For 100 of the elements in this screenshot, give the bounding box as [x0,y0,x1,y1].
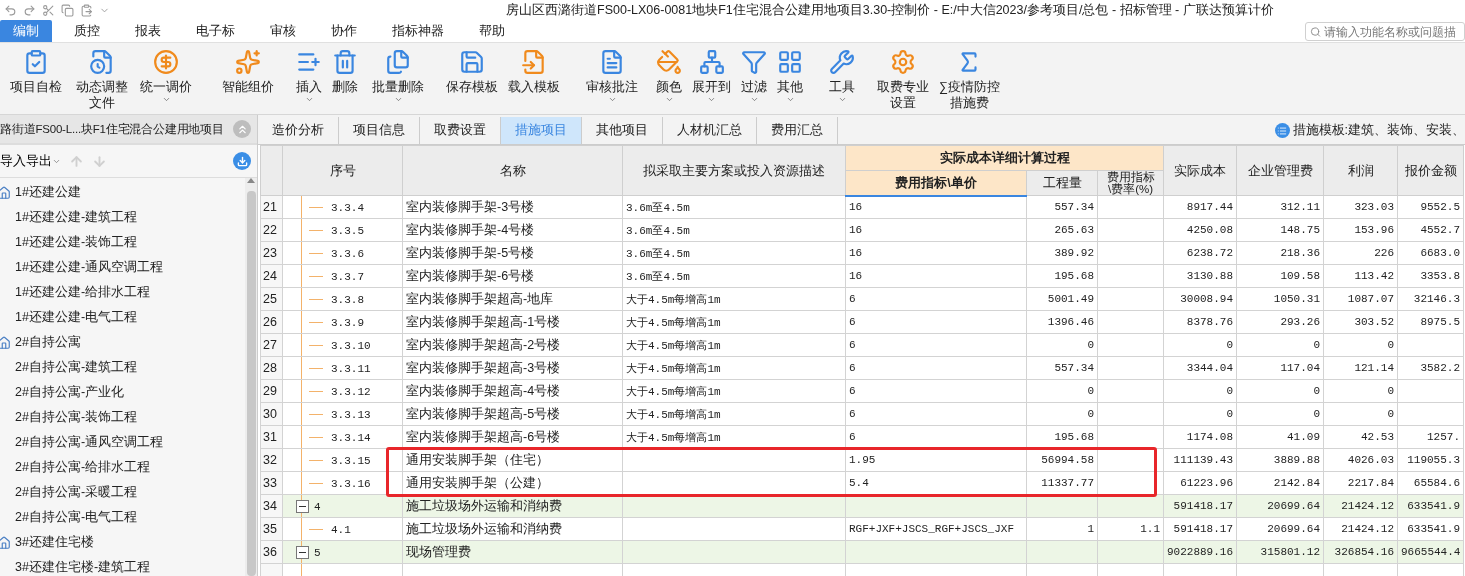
ribbon-button[interactable]: ∑疫情防控 措施费 [935,47,1004,113]
arrow-down-icon[interactable] [92,153,107,169]
ribbon-button[interactable]: 动态调整 文件 [72,47,132,113]
paste-icon[interactable] [80,3,93,17]
table-cell: 大于4.5m每增高1m [622,356,846,380]
undo-icon[interactable] [4,3,17,17]
menu-tab[interactable]: 指标神器 [379,20,457,42]
table-cell: 16 [845,218,1027,242]
row-number: 35 [260,517,283,541]
menu-tab[interactable]: 编制 [0,20,52,42]
sparkles-icon [235,49,261,75]
code-cell: 3.3.13 [282,402,403,426]
template-label: 措施模板:建筑、装饰、安装、 [1292,122,1465,139]
scrollbar[interactable] [245,178,257,576]
menu-tab[interactable]: 帮助 [466,20,518,42]
tree-item[interactable]: 1#还建公建-建筑工程 [0,205,245,230]
table-cell: 室内装修脚手架超高-1号楼 [402,310,623,334]
ribbon-button[interactable]: 批量删除 [368,47,428,106]
column-header: 企业管理费 [1236,145,1324,196]
tree-item[interactable]: 3#还建住宅楼 [0,530,245,555]
download-button[interactable] [233,152,251,170]
files-icon [385,49,411,75]
redo-icon[interactable] [23,3,36,17]
tree-item[interactable]: 1#还建公建-通风空调工程 [0,255,245,280]
window-title: 房山区西潞街道FS00-LX06-0081地块F1住宅混合公建用地项目3.30-控制价 - E:/中大信2023/参考项目/总包 - 招标管理 - 广联达预算计价 [506,1,1274,19]
column-group-header: 实际成本详细计算过程 [845,145,1164,171]
column-header: 拟采取主要方案或投入资源描述 [622,145,846,196]
menu-tab[interactable]: 电子标 [183,20,248,42]
caret-icon [785,95,795,104]
collapse-toggle[interactable] [296,500,309,514]
tree-item[interactable]: 2#自持公寓-装饰工程 [0,405,245,430]
tree-item[interactable]: 2#自持公寓-给排水工程 [0,455,245,480]
house-icon [0,185,11,200]
tree-item[interactable]: 1#还建公建-给排水工程 [0,280,245,305]
caret-icon [664,95,674,104]
tree-item[interactable]: 1#还建公建 [0,180,245,205]
ribbon-button[interactable]: 统一调价 [136,47,196,106]
row-number: 32 [260,448,283,472]
house-icon [0,535,11,550]
row-number: 22 [260,218,283,242]
table-cell: 室内装修脚手架-4号楼 [402,218,623,242]
row-number: 28 [260,356,283,380]
column-header: 名称 [402,145,623,196]
scroll-up-icon[interactable] [247,178,255,183]
table-cell: 16 [845,264,1027,288]
house-icon [0,335,11,350]
ribbon-button[interactable]: 插入 [292,47,326,106]
caret-icon [607,95,617,104]
table-cell: 室内装修脚手架超高-4号楼 [402,379,623,403]
tree-item[interactable]: 2#自持公寓-采暖工程 [0,480,245,505]
ribbon-button[interactable]: 过滤 [737,47,771,106]
ribbon-button[interactable]: 保存模板 [442,47,502,97]
tree-item[interactable]: 2#自持公寓-电气工程 [0,505,245,530]
copy-icon[interactable] [61,3,74,17]
tree-item[interactable]: 1#还建公建-电气工程 [0,305,245,330]
ribbon-button[interactable]: 展开到 [688,47,735,106]
ribbon-button[interactable]: 工具 [825,47,859,106]
tree-item[interactable]: 2#自持公寓-产业化 [0,380,245,405]
file-clock-icon [89,49,115,75]
menu-tab[interactable]: 审核 [257,20,309,42]
table-cell: 大于4.5m每增高1m [622,402,846,426]
ribbon-button[interactable]: 其他 [773,47,807,106]
tree-item[interactable]: 1#还建公建-装饰工程 [0,230,245,255]
row-number: 34 [260,494,283,518]
collapse-button[interactable] [233,120,251,138]
table-cell: 6 [845,356,1027,380]
ribbon-button[interactable]: 删除 [328,47,362,97]
row-number: 31 [260,425,283,449]
table-cell: 大于4.5m每增高1m [622,287,846,311]
list-icon [1274,123,1290,138]
collapse-toggle[interactable] [296,546,309,560]
code-cell: 3.3.5 [282,218,403,242]
table-cell: 室内装修脚手架-5号楼 [402,241,623,265]
menu-tab[interactable]: 协作 [318,20,370,42]
table-cell: 16 [845,195,1027,219]
tree-item[interactable]: 2#自持公寓 [0,330,245,355]
column-header[interactable]: 费用指标\单价 [845,170,1027,196]
tree-item[interactable]: 2#自持公寓-通风空调工程 [0,430,245,455]
code-cell: 3.3.6 [282,241,403,265]
tree-item[interactable]: 2#自持公寓-建筑工程 [0,355,245,380]
code-cell: 3.3.9 [282,310,403,334]
search-field[interactable]: 请输入功能名称或问题描 [1305,22,1465,41]
network-icon [698,49,725,75]
menu-tab[interactable]: 报表 [122,20,174,42]
ribbon-button[interactable]: 智能组价 [218,47,278,97]
code-cell: 4.1 [282,517,403,541]
ribbon-button[interactable]: 审核批注 [582,47,642,106]
table-cell: 6 [845,310,1027,334]
cut-icon[interactable] [42,3,55,17]
table-cell: 室内装修脚手架-3号楼 [402,195,623,219]
menu-tab[interactable]: 质控 [61,20,113,42]
ribbon-button[interactable]: 颜色 [652,47,686,106]
ribbon-button[interactable]: 载入模板 [504,47,564,97]
row-number: 27 [260,333,283,357]
ribbon-button[interactable]: 取费专业 设置 [873,47,933,113]
tree-item[interactable]: 3#还建住宅楼-建筑工程 [0,555,245,576]
import-export-menu[interactable]: 导入导出 [0,152,61,170]
search-icon [1310,25,1321,38]
settings-icon [890,49,916,75]
ribbon-button[interactable]: 项目自检 [6,47,66,97]
